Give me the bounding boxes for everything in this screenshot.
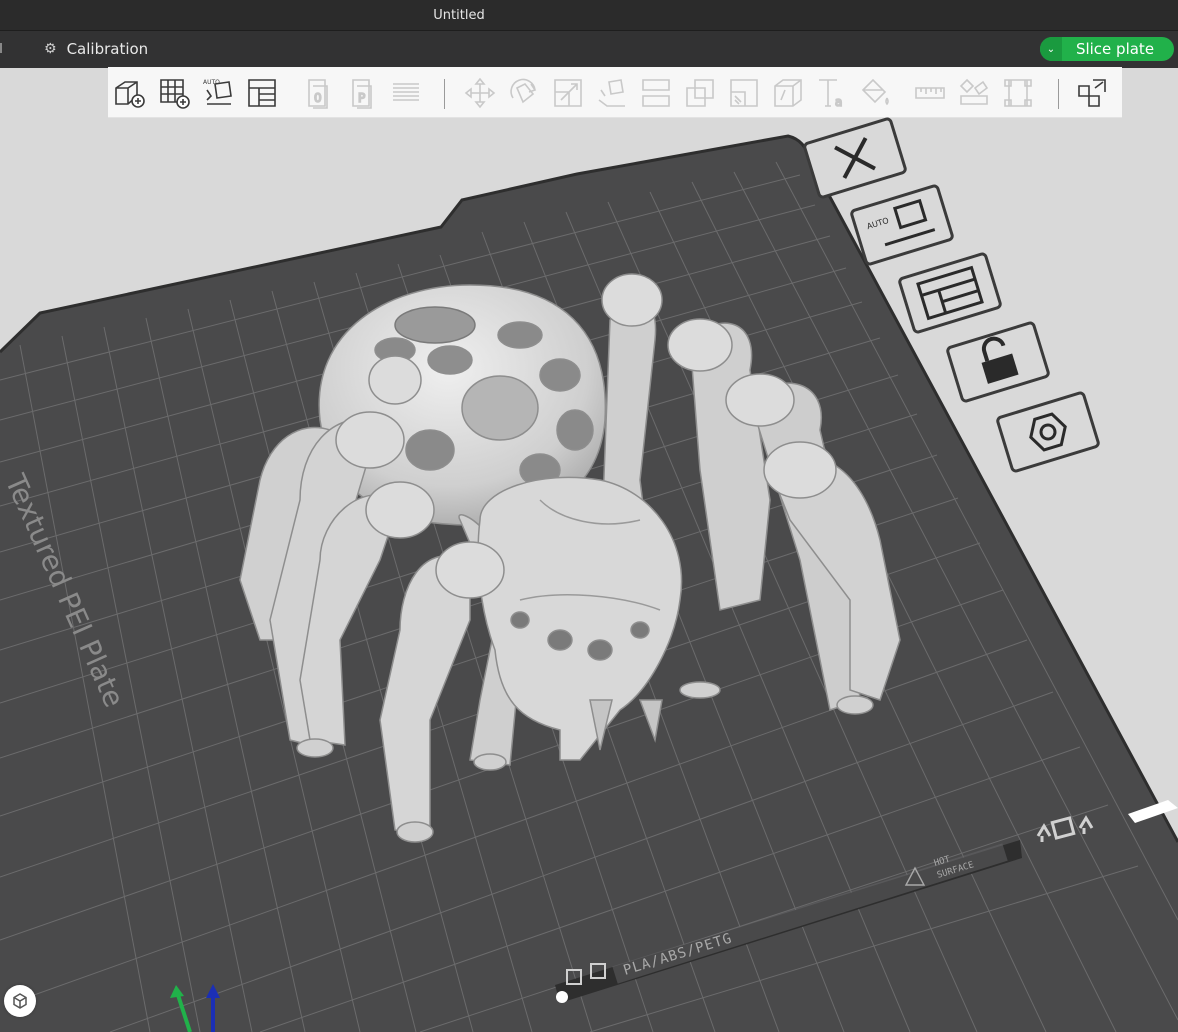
slice-plate-button[interactable]: ⌄ Slice plate xyxy=(1040,37,1174,61)
calibration-tab[interactable]: ⚙ Calibration xyxy=(44,37,148,61)
3d-viewport[interactable]: Textured PEI Plate PLA/ABS/PETG HOT SURF… xyxy=(0,117,1178,1032)
arrange-icon[interactable] xyxy=(244,75,280,111)
add-object-icon[interactable] xyxy=(112,75,148,111)
svg-text:AUTO: AUTO xyxy=(203,79,220,86)
support-paint-icon[interactable] xyxy=(726,75,762,111)
window-title: Untitled xyxy=(433,8,485,23)
calibration-label: Calibration xyxy=(66,40,149,58)
main-toolbar: AUTO 0 P a xyxy=(108,67,1122,118)
cut-icon[interactable] xyxy=(638,75,674,111)
view-cube-button[interactable] xyxy=(4,985,36,1017)
plate-hole xyxy=(556,991,568,1003)
split-objects-icon[interactable]: 0 xyxy=(300,75,336,111)
auto-orient-icon[interactable]: AUTO xyxy=(200,75,236,111)
gear-icon: ⚙ xyxy=(44,41,57,57)
measure-icon[interactable] xyxy=(912,75,948,111)
toolbar-separator xyxy=(444,79,445,109)
toolbar-separator xyxy=(1058,79,1059,109)
menu-bar: ⚙ Calibration ⌄ Slice plate xyxy=(0,30,1178,68)
chevron-down-icon[interactable]: ⌄ xyxy=(1040,37,1062,61)
menu-edge-mark xyxy=(0,43,5,53)
assembly-view-icon[interactable] xyxy=(1000,75,1036,111)
lock-plate-icon[interactable] xyxy=(946,321,1050,403)
cube-icon xyxy=(13,993,27,1009)
move-icon[interactable] xyxy=(462,75,498,111)
svg-text:a: a xyxy=(835,95,842,109)
add-plate-icon[interactable] xyxy=(156,75,192,111)
arrange-plate-icon[interactable] xyxy=(898,252,1002,334)
variable-layer-icon[interactable] xyxy=(388,75,424,111)
lay-on-face-icon[interactable] xyxy=(594,75,630,111)
seam-paint-icon[interactable] xyxy=(770,75,806,111)
svg-text:0: 0 xyxy=(314,91,322,105)
assembly-icon[interactable] xyxy=(956,75,992,111)
rotate-icon[interactable] xyxy=(506,75,542,111)
fill-bed-icon[interactable] xyxy=(1074,75,1110,111)
plate-settings-icon[interactable] xyxy=(996,391,1100,473)
slice-plate-label: Slice plate xyxy=(1075,40,1155,58)
auto-orient-plate-icon[interactable]: AUTO xyxy=(850,184,954,266)
text-icon[interactable]: a xyxy=(814,75,850,111)
title-bar: Untitled xyxy=(0,0,1178,30)
mesh-boolean-icon[interactable] xyxy=(682,75,718,111)
close-plate-icon[interactable] xyxy=(803,117,907,199)
svg-text:P: P xyxy=(358,91,365,105)
color-paint-icon[interactable] xyxy=(858,75,894,111)
split-parts-icon[interactable]: P xyxy=(344,75,380,111)
scale-icon[interactable] xyxy=(550,75,586,111)
